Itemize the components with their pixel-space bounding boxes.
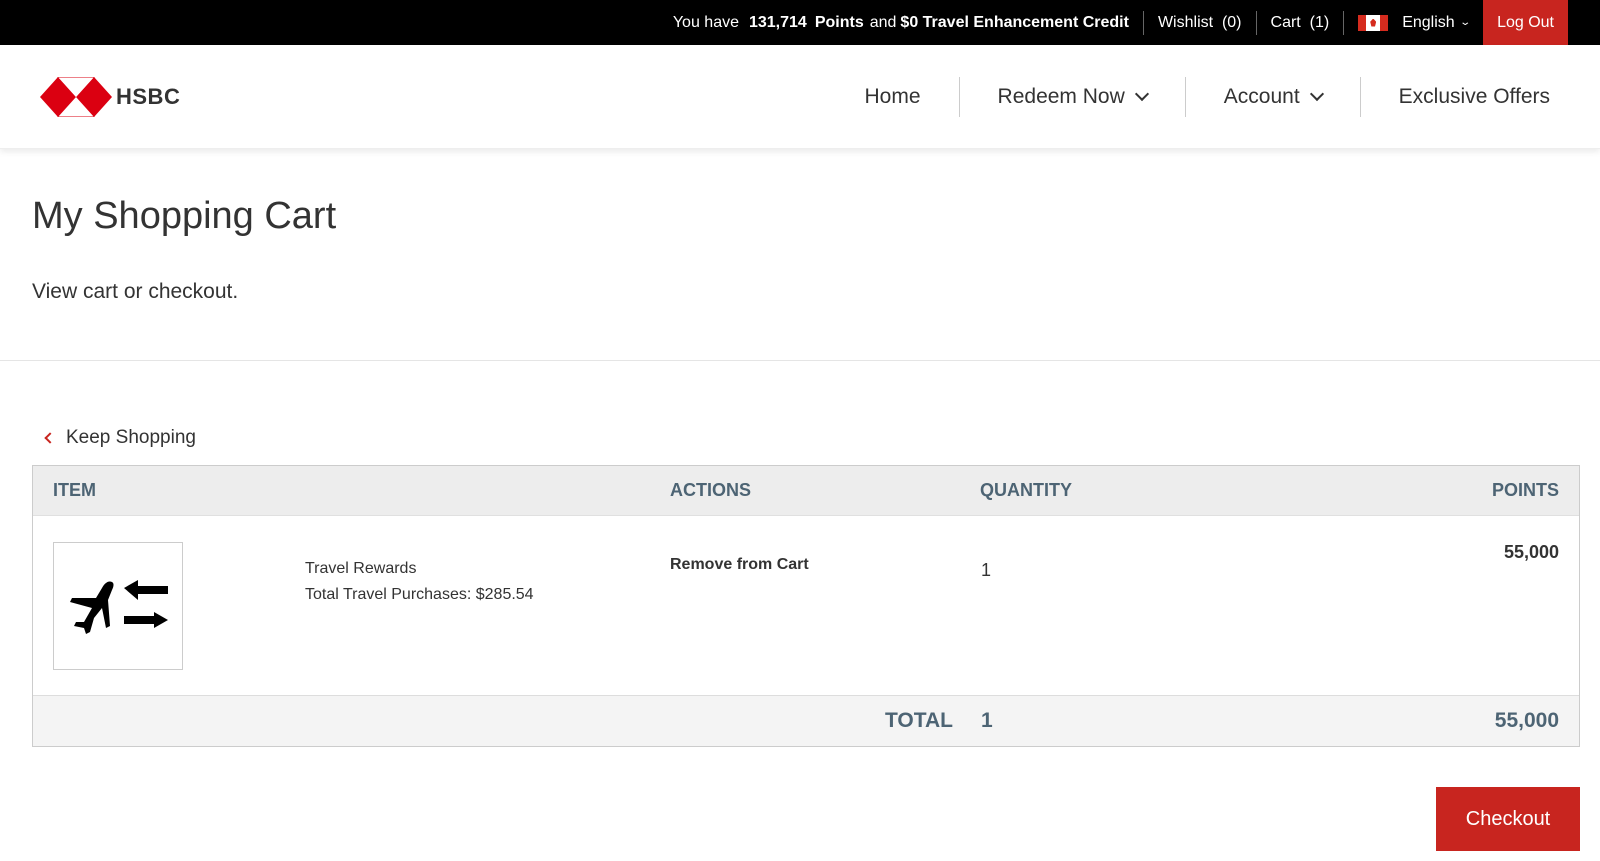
divider bbox=[1343, 10, 1345, 35]
item-detail: Total Travel Purchases: $285.54 bbox=[305, 586, 534, 603]
top-utility-bar: You have 131,714 Points and $0 Travel En… bbox=[0, 0, 1600, 45]
total-label: TOTAL bbox=[884, 709, 953, 732]
chevron-down-icon: ⌄ bbox=[1458, 17, 1471, 28]
chevron-down-icon bbox=[1134, 86, 1149, 101]
column-header-actions: ACTIONS bbox=[670, 480, 751, 500]
and-label: and bbox=[869, 13, 897, 31]
column-header-quantity: QUANTITY bbox=[980, 480, 1072, 500]
item-thumbnail bbox=[53, 542, 183, 670]
nav-item-label: Exclusive Offers bbox=[1398, 84, 1550, 108]
canada-flag-icon bbox=[1358, 14, 1389, 31]
language-selector[interactable]: English ⌄ bbox=[1402, 14, 1483, 32]
item-points: 55,000 bbox=[1503, 542, 1559, 562]
cart-table: ITEM ACTIONS QUANTITY POINTS Travel Rewa… bbox=[32, 465, 1580, 747]
total-points: 55,000 bbox=[1494, 709, 1559, 732]
nav-item-exclusive-offers[interactable]: Exclusive Offers bbox=[1361, 85, 1560, 109]
wishlist-link[interactable]: Wishlist (0) bbox=[1144, 14, 1256, 32]
flight-swap-icon bbox=[70, 580, 168, 634]
travel-credit: $0 Travel Enhancement Credit bbox=[900, 13, 1129, 31]
brand-name: HSBC bbox=[116, 83, 181, 109]
keep-shopping-label: Keep Shopping bbox=[66, 427, 196, 448]
item-quantity: 1 bbox=[981, 560, 992, 580]
hsbc-logo[interactable]: HSBC bbox=[40, 76, 181, 117]
checkout-button[interactable]: Checkout bbox=[1436, 787, 1580, 851]
table-header: ITEM ACTIONS QUANTITY POINTS bbox=[33, 466, 1579, 516]
page-subtitle: View cart or checkout. bbox=[32, 280, 239, 303]
table-row: Travel Rewards Total Travel Purchases: $… bbox=[33, 516, 1579, 696]
remove-from-cart-link[interactable]: Remove from Cart bbox=[670, 556, 809, 574]
nav-item-label: Account bbox=[1223, 84, 1300, 108]
page-header: My Shopping Cart View cart or checkout. bbox=[0, 149, 1600, 361]
page-title: My Shopping Cart bbox=[32, 195, 337, 237]
points-label: Points bbox=[814, 13, 864, 31]
chevron-left-icon bbox=[44, 432, 56, 444]
main-navigation: HSBC Home Redeem Now Account Exclusive O… bbox=[0, 45, 1600, 149]
item-name: Travel Rewards bbox=[305, 560, 417, 577]
language-label: English bbox=[1402, 13, 1455, 31]
nav-item-label: Redeem Now bbox=[997, 84, 1125, 108]
points-summary: You have 131,714 Points and $0 Travel En… bbox=[673, 14, 1143, 32]
table-footer-total: TOTAL 1 55,000 bbox=[33, 696, 1579, 746]
nav-item-account[interactable]: Account bbox=[1186, 85, 1360, 109]
column-header-item: ITEM bbox=[53, 480, 96, 500]
cart-link[interactable]: Cart (1) bbox=[1257, 14, 1344, 32]
logout-button[interactable]: Log Out bbox=[1483, 0, 1568, 45]
keep-shopping-link[interactable]: Keep Shopping bbox=[44, 427, 196, 449]
chevron-down-icon bbox=[1309, 86, 1324, 101]
nav-item-redeem-now[interactable]: Redeem Now bbox=[960, 85, 1185, 109]
nav-item-label: Home bbox=[864, 84, 921, 108]
nav-item-home[interactable]: Home bbox=[827, 85, 959, 109]
column-header-points: POINTS bbox=[1491, 480, 1559, 500]
nav-menu: Home Redeem Now Account Exclusive Offers bbox=[827, 76, 1560, 117]
total-quantity: 1 bbox=[981, 709, 993, 732]
points-prefix: You have bbox=[672, 13, 739, 31]
hsbc-hexagon-icon bbox=[40, 76, 112, 117]
points-value: 131,714 bbox=[748, 13, 807, 31]
item-description: Travel Rewards Total Travel Purchases: $… bbox=[305, 556, 534, 608]
